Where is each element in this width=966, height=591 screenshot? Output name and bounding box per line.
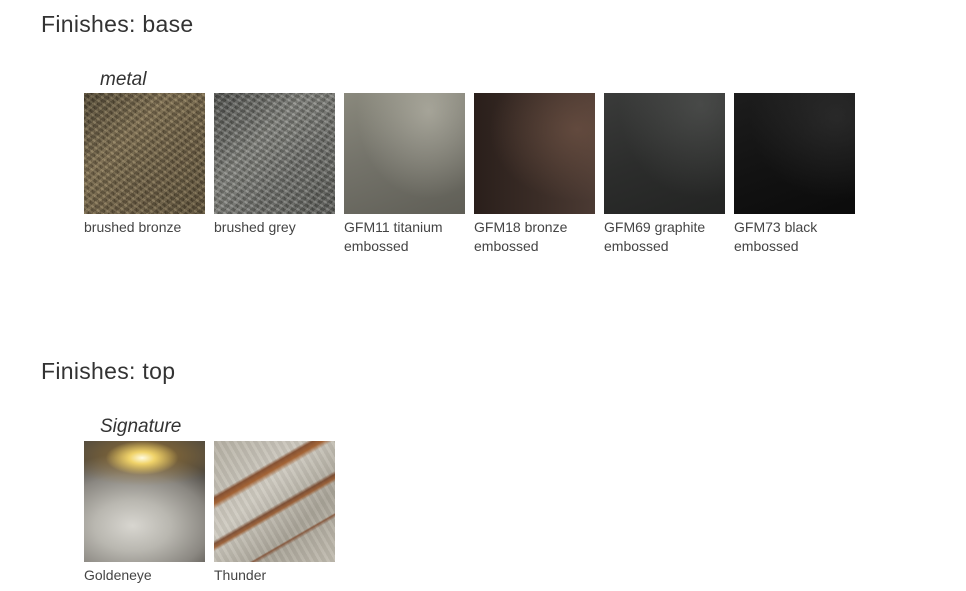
finish-image[interactable] (214, 441, 335, 562)
group-label-signature: Signature (100, 416, 182, 437)
swatch-gfm69-graphite[interactable]: GFM69 graphite embossed (604, 93, 725, 256)
swatch-brushed-grey[interactable]: brushed grey (214, 93, 335, 256)
finish-image[interactable] (474, 93, 595, 214)
section-title-top: Finishes: top (41, 358, 176, 384)
swatch-goldeneye[interactable]: Goldeneye (84, 441, 205, 585)
finish-image[interactable] (84, 93, 205, 214)
swatch-gfm18-bronze[interactable]: GFM18 bronze embossed (474, 93, 595, 256)
finish-image[interactable] (84, 441, 205, 562)
finish-image[interactable] (214, 93, 335, 214)
swatch-label: GFM69 graphite embossed (604, 219, 706, 254)
swatch-label: GFM11 titanium embossed (344, 219, 443, 254)
top-swatch-row: Goldeneye Thunder (84, 441, 335, 585)
swatch-brushed-bronze[interactable]: brushed bronze (84, 93, 205, 256)
finish-image[interactable] (344, 93, 465, 214)
swatch-label: Thunder (214, 567, 267, 583)
finish-image[interactable] (734, 93, 855, 214)
swatch-label: GFM18 bronze embossed (474, 219, 568, 254)
swatch-label: Goldeneye (84, 567, 152, 583)
base-swatch-row: brushed bronze brushed grey GFM11 titani… (84, 93, 855, 256)
finish-image[interactable] (604, 93, 725, 214)
section-title-base: Finishes: base (41, 11, 194, 37)
swatch-label: GFM73 black embossed (734, 219, 818, 254)
swatch-gfm73-black[interactable]: GFM73 black embossed (734, 93, 855, 256)
swatch-gfm11-titanium[interactable]: GFM11 titanium embossed (344, 93, 465, 256)
swatch-label: brushed bronze (84, 219, 182, 235)
group-label-metal: metal (100, 69, 147, 90)
swatch-label: brushed grey (214, 219, 296, 235)
swatch-thunder[interactable]: Thunder (214, 441, 335, 585)
